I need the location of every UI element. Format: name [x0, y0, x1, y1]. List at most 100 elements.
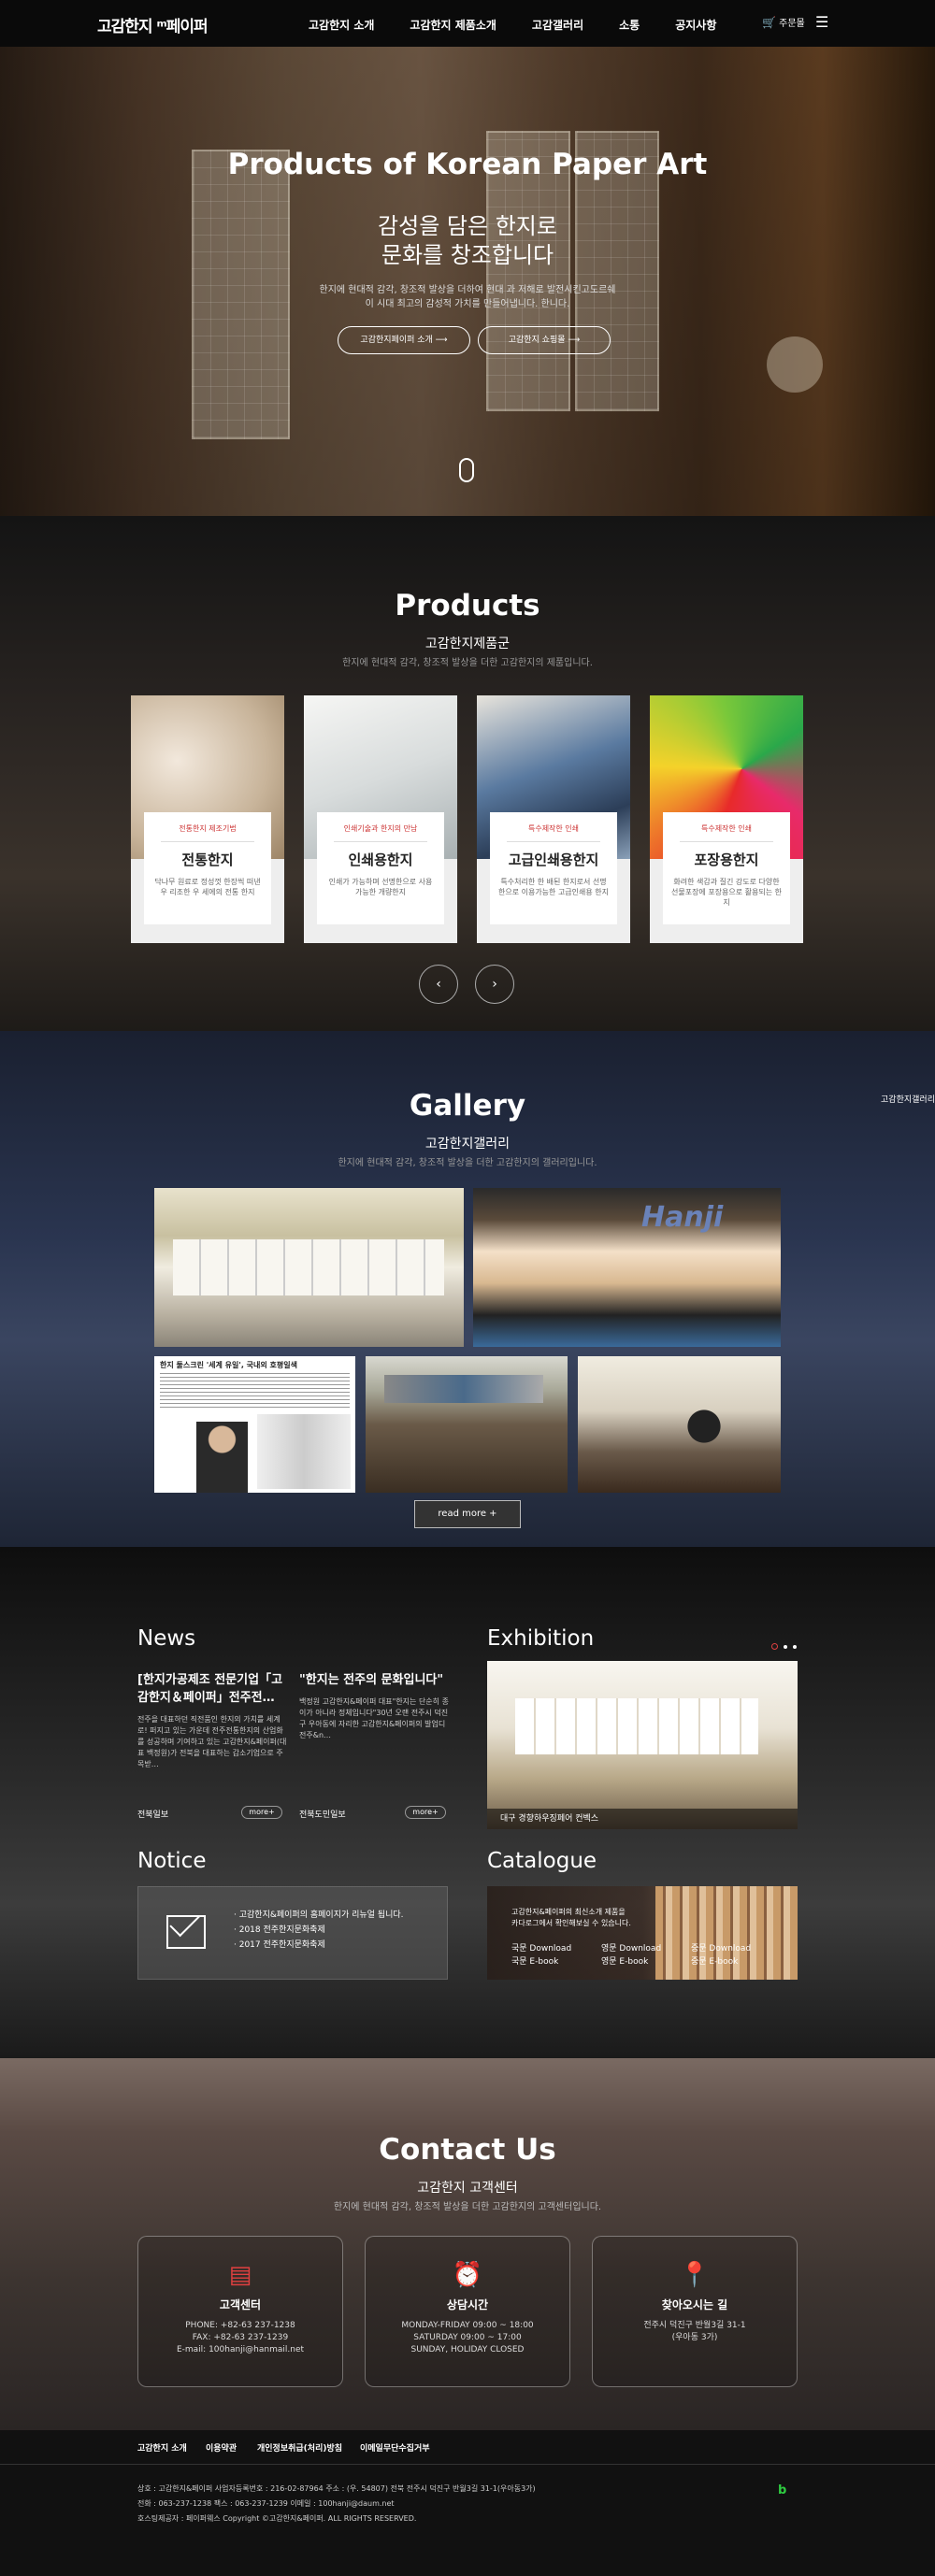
contact-card-service: ▤ 고객센터 PHONE: +82-63 237-1238 FAX: +82-6… [137, 2236, 343, 2387]
nav-products[interactable]: 고감한지 제품소개 [410, 17, 496, 33]
main-nav: 고감한지 소개 고감한지 제품소개 고감갤러리 소통 공지사항 [309, 17, 752, 33]
gallery-image[interactable]: 한지 둘스크린 '세계 유일', 국내외 호평일색 [154, 1356, 355, 1493]
notice-list: · 고감한지&페이퍼의 홈페이지가 리뉴얼 됩니다. · 2018 전주한지문화… [234, 1908, 404, 1953]
contact-card-title: 고객센터 [219, 2298, 262, 2311]
catalogue-desc-line: 고감한지&페이퍼의 최신소개 제품을 [511, 1908, 626, 1916]
gallery-image[interactable]: Hanji [473, 1188, 781, 1347]
notice-item[interactable]: · 고감한지&페이퍼의 홈페이지가 리뉴얼 됩니다. [234, 1908, 404, 1923]
next-arrow-icon[interactable]: › [475, 965, 514, 1004]
notice-item[interactable]: · 2018 전주한지문화축제 [234, 1923, 404, 1938]
nav-about[interactable]: 고감한지 소개 [309, 17, 374, 33]
gallery-subtitle: 고감한지갤러리 [424, 1137, 511, 1152]
gallery-image[interactable] [366, 1356, 568, 1493]
download-link[interactable]: 영문 Download [601, 1942, 661, 1955]
product-description: 화려한 색감과 질긴 강도로 다양한 선물포장에 포장용으로 활용되는 한지 [670, 878, 783, 907]
news-source: 전북도민일보 [299, 1810, 346, 1820]
news-source: 전북일보 [137, 1810, 169, 1820]
footer-copyright: 호스팅제공자 : 페이퍼웨스 Copyright ©고감한지&페이퍼. ALL … [137, 2514, 417, 2523]
product-info: 특수제작한 인쇄 고급인쇄용한지 특수처리한 한 배된 한지로서 선명한으로 이… [490, 812, 617, 924]
read-more-button[interactable]: read more + [414, 1500, 521, 1528]
shop-button[interactable]: 고감한지 쇼핑몰 ⟶ [478, 326, 611, 354]
ebook-link[interactable]: 중문 E-book [691, 1955, 751, 1968]
products-subtitle: 고감한지제품군 [424, 637, 511, 651]
contact-card-lines: MONDAY-FRIDAY 09:00 ~ 18:00 SATURDAY 09:… [366, 2320, 569, 2356]
article-photo [257, 1414, 351, 1489]
gallery-image[interactable] [578, 1356, 781, 1493]
notice-box: · 고감한지&페이퍼의 홈페이지가 리뉴얼 됩니다. · 2018 전주한지문화… [137, 1886, 448, 1980]
gallery-image[interactable] [154, 1188, 464, 1347]
product-card[interactable]: 전통한지 제조기법 전통한지 닥나무 원료로 정성껏 한장씩 떠낸 우 리조한 … [131, 695, 284, 943]
prev-arrow-icon[interactable]: ‹ [419, 965, 458, 1004]
product-info: 특수제작한 인쇄 포장용한지 화려한 색감과 질긴 강도로 다양한 선물포장에 … [663, 812, 790, 924]
contact-line: 전주시 덕진구 반월3길 31-1 [643, 2321, 746, 2330]
product-card[interactable]: 특수제작한 인쇄 고급인쇄용한지 특수처리한 한 배된 한지로서 선명한으로 이… [477, 695, 630, 943]
blog-icon[interactable]: b [778, 2483, 786, 2497]
ebook-link[interactable]: 국문 E-book [511, 1955, 571, 1968]
hero-description-2: 이 시대 최고의 감성적 가치를 만들어냅니다. 한니다. [365, 299, 570, 309]
logo[interactable]: 고감한지 ᵐ페이퍼 [97, 13, 209, 36]
clock-icon: ⏰ [452, 2261, 483, 2289]
footer-info: 상호 : 고감한지&페이퍼 사업자등록번호 : 216-02-87964 주소 … [0, 2465, 935, 2576]
ebook-link[interactable]: 영문 E-book [601, 1955, 661, 1968]
notice-title: Notice [137, 1849, 207, 1873]
catalogue-desc-line: 카다로그에서 확인해보실 수 있습니다. [511, 1919, 631, 1927]
contact-line[interactable]: E-mail: 100hanji@hanmail.net [138, 2344, 342, 2356]
cart-icon: 🛒 [762, 16, 776, 29]
nav-community[interactable]: 소통 [619, 17, 640, 33]
footer-menu: 고감한지 소개 이용약관 개인정보취급(처리)방침 이메일무단수집거부 [0, 2430, 935, 2465]
divider [334, 841, 427, 842]
product-tag: 특수제작한 인쇄 [700, 824, 753, 833]
wall-painting [384, 1375, 543, 1403]
footer-contact-info: 전화 : 063-237-1238 팩스 : 063-237-1239 이메일 … [137, 2499, 395, 2508]
product-card[interactable]: 특수제작한 인쇄 포장용한지 화려한 색감과 질긴 강도로 다양한 선물포장에 … [650, 695, 803, 943]
news-item[interactable]: "한지는 전주의 문화입니다" 백정원 고감한지&페이퍼 대표"한지는 단순히 … [299, 1671, 451, 1741]
scroll-down-icon[interactable] [459, 458, 474, 482]
nav-gallery[interactable]: 고감갤러리 [532, 17, 583, 33]
hero-title: Products of Korean Paper Art [227, 148, 708, 181]
notice-item[interactable]: · 2017 전주한지문화축제 [234, 1938, 404, 1953]
map-pin-icon: 📍 [679, 2261, 711, 2289]
nav-notice[interactable]: 공지사항 [675, 17, 716, 33]
exhibition-caption: 대구 경향하우징페어 컨벡스 [500, 1814, 599, 1824]
gallery-section: 고감한지갤러리 Gallery 고감한지갤러리 한지에 현대적 감각, 창조적 … [0, 1031, 935, 1547]
slide-dot[interactable] [784, 1645, 787, 1649]
slide-dot[interactable] [793, 1645, 797, 1649]
products-section: Products 고감한지제품군 한지에 현대적 감각, 창조적 발상을 더한 … [0, 516, 935, 1031]
product-info: 인쇄기술과 한지의 만남 인쇄용한지 인쇄가 가능하며 선명한으로 사용 가능한… [317, 812, 444, 924]
catalogue-title: Catalogue [487, 1849, 597, 1873]
product-description: 특수처리한 한 배된 한지로서 선명한으로 이용가능한 고급인쇄용 한지 [497, 878, 610, 896]
more-button[interactable]: more+ [405, 1806, 446, 1819]
product-name: 포장용한지 [694, 852, 759, 868]
footer-link-email-policy[interactable]: 이메일무단수집거부 [360, 2441, 430, 2454]
footer-link-about[interactable]: 고감한지 소개 [137, 2441, 187, 2454]
product-info: 전통한지 제조기법 전통한지 닥나무 원료로 정성껏 한장씩 떠낸 우 리조한 … [144, 812, 271, 924]
calendar-icon: ▤ [228, 2261, 252, 2289]
download-link[interactable]: 국문 Download [511, 1942, 571, 1955]
contact-section: Contact Us 고감한지 고객센터 한지에 현대적 감각, 창조적 발상을… [0, 2058, 935, 2430]
product-name: 전통한지 [181, 852, 234, 868]
download-link[interactable]: 중문 Download [691, 1942, 751, 1955]
product-card[interactable]: 인쇄기술과 한지의 만남 인쇄용한지 인쇄가 가능하며 선명한으로 사용 가능한… [304, 695, 457, 943]
catalogue-links-cn: 중문 Download 중문 E-book [691, 1942, 751, 1968]
mail-icon [166, 1906, 206, 1949]
hero-subtitle-2: 문화를 창조합니다 [381, 242, 554, 268]
contact-title: Contact Us [379, 2133, 556, 2167]
about-button[interactable]: 고감한지페이퍼 소개 ⟶ [338, 326, 470, 354]
news-headline: [한지가공제조 전문기업「고감한지＆페이퍼」전주전… [137, 1673, 283, 1705]
news-headline: "한지는 전주의 문화입니다" [299, 1673, 444, 1687]
contact-line: MONDAY-FRIDAY 09:00 ~ 18:00 [401, 2321, 534, 2330]
contact-card-location: 📍 찾아오시는 길 전주시 덕진구 반월3길 31-1 (우아동 3가) [592, 2236, 798, 2387]
wall-ornament [767, 336, 823, 393]
products-title: Products [395, 589, 540, 623]
meeting-people [671, 1394, 737, 1459]
news-item[interactable]: [한지가공제조 전문기업「고감한지＆페이퍼」전주전… 전주을 대표하던 직전품인… [137, 1671, 289, 1770]
catalogue-box: 고감한지&페이퍼의 최신소개 제품을 카다로그에서 확인해보실 수 있습니다. … [487, 1886, 798, 1980]
slide-dot-active[interactable] [771, 1643, 778, 1650]
exhibition-image[interactable]: 대구 경향하우징페어 컨벡스 [487, 1661, 798, 1829]
divider [161, 841, 254, 842]
hamburger-menu-icon[interactable]: ☰ [815, 13, 828, 31]
footer-link-terms[interactable]: 이용약관 [206, 2441, 237, 2454]
cart-link[interactable]: 🛒 주문몰 [762, 15, 805, 29]
more-button[interactable]: more+ [241, 1806, 282, 1819]
footer-link-privacy[interactable]: 개인정보취급(처리)방침 [257, 2441, 342, 2454]
